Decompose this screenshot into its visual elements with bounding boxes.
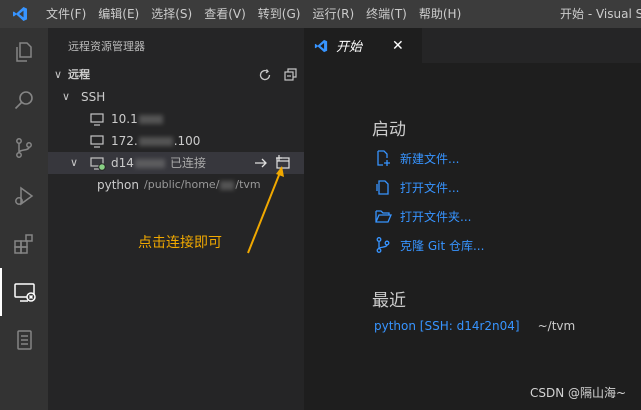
vscode-icon [314,39,328,53]
start-heading: 启动 [372,120,406,140]
clone-git-link[interactable]: 克隆 Git 仓库... [374,235,484,255]
clone-git-label: 克隆 Git 仓库... [400,238,485,253]
welcome-page: 启动 新建文件... 打开文件... 打开文件夹... 克隆 Git 仓库...… [304,63,641,410]
new-file-icon [377,150,390,166]
annotation-text: 点击连接即可 [138,235,222,251]
open-file-label: 打开文件... [400,180,460,195]
new-file-link[interactable]: 新建文件... [374,148,459,168]
open-file-link[interactable]: 打开文件... [374,177,459,197]
recent-item-name: python [SSH: d14r2n04] [374,319,520,333]
open-folder-label: 打开文件夹... [400,209,472,224]
recent-heading: 最近 [372,291,406,311]
new-file-label: 新建文件... [400,151,460,166]
watermark: CSDN @隔山海~ [530,386,627,400]
editor-tab-bar: 开始 ✕ [304,28,641,63]
open-folder-icon [375,210,392,223]
recent-item[interactable]: python [SSH: d14r2n04] ~/tvm [374,316,575,336]
tab-label: 开始 [336,40,363,55]
open-folder-link[interactable]: 打开文件夹... [374,206,471,226]
close-icon[interactable]: ✕ [392,38,404,54]
git-clone-icon [376,237,390,253]
open-file-icon [376,180,389,195]
tab-welcome[interactable]: 开始 ✕ [304,28,422,63]
recent-item-path: ~/tvm [537,319,576,333]
